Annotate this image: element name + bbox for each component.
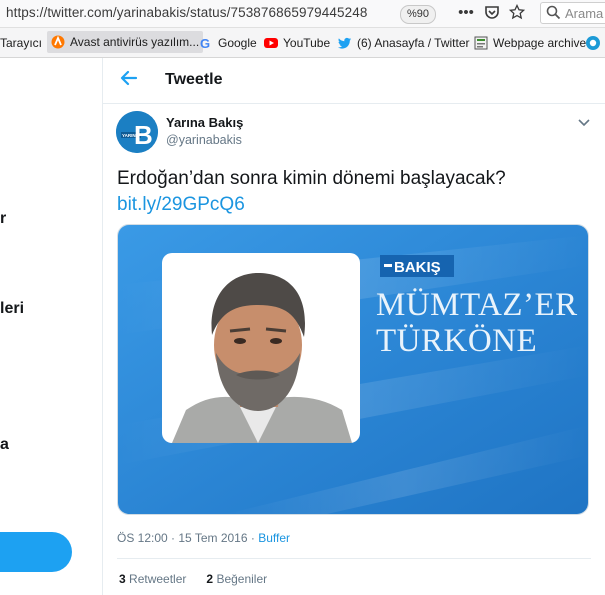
search-placeholder: Arama xyxy=(565,6,604,21)
twitter-left-sidebar: r leri a xyxy=(0,58,102,595)
likes-label: Beğeniler xyxy=(216,572,268,586)
bookmark-overflow-icon[interactable] xyxy=(585,35,601,51)
retweets-count: 3 xyxy=(119,572,126,586)
bookmark-label: (6) Anasayfa / Twitter xyxy=(357,36,470,50)
more-actions-icon[interactable]: ••• xyxy=(457,4,475,22)
likes-count: 2 xyxy=(206,572,214,586)
address-bar[interactable]: https://twitter.com/yarinabakis/status/7… xyxy=(6,5,367,20)
media-headline-line1: MÜMTAZ’ER xyxy=(376,287,578,323)
avast-icon xyxy=(51,34,65,49)
sidebar-item-fragment[interactable]: r xyxy=(0,210,6,228)
bookmark-webpage-archive[interactable]: Webpage archive xyxy=(474,35,586,51)
bookmark-label: Avast antivirüs yazılım... xyxy=(70,35,200,49)
media-logo-text: BAKIŞ xyxy=(394,259,441,276)
bookmark-youtube[interactable]: YouTube xyxy=(264,35,330,51)
tweet-media-image[interactable]: BAKIŞ MÜMTAZ’ER TÜRKÖNE xyxy=(117,224,589,515)
sidebar-item-fragment[interactable]: leri xyxy=(0,300,24,318)
zoom-level-badge[interactable]: %90 xyxy=(400,5,436,24)
bookmark-browser[interactable]: Tarayıcı xyxy=(0,35,42,51)
bookmark-label: Google xyxy=(218,36,257,50)
retweets-label: Retweetler xyxy=(129,572,187,586)
search-input[interactable]: Arama xyxy=(540,2,605,24)
media-headline-line2: TÜRKÖNE xyxy=(376,323,537,359)
bookmark-label: Tarayıcı xyxy=(0,36,43,50)
tweet-stats: 3 Retweetler 2 Beğeniler xyxy=(119,572,267,586)
chevron-down-icon[interactable] xyxy=(577,115,591,129)
tweet-compose-button[interactable] xyxy=(0,532,72,572)
google-icon: G xyxy=(199,36,213,51)
search-icon xyxy=(546,5,561,25)
author-handle[interactable]: @yarinabakis xyxy=(166,133,242,147)
avatar-letter: B xyxy=(134,120,153,150)
retweets-stat[interactable]: 3 Retweetler xyxy=(119,572,186,586)
tweet-time[interactable]: ÖS 12:00 · 15 Tem 2016 · xyxy=(117,531,258,545)
page-header: Tweetle xyxy=(103,58,605,104)
bookmarks-toolbar: Tarayıcı Avast antivirüs yazılım... G Go… xyxy=(0,28,605,58)
tweet-link[interactable]: bit.ly/29GPcQ6 xyxy=(117,194,245,215)
tweet-body: Erdoğan’dan sonra kimin dönemi başlayaca… xyxy=(117,168,506,189)
bookmark-label: Webpage archive xyxy=(493,36,587,50)
bookmark-label: YouTube xyxy=(283,36,331,50)
svg-text:G: G xyxy=(200,36,210,50)
back-arrow-icon[interactable] xyxy=(119,68,141,90)
tweet-detail-column: Tweetle YARINA B Yarına Bakış @yarinabak… xyxy=(102,58,605,595)
twitter-bird-icon xyxy=(338,36,352,50)
bookmark-avast[interactable]: Avast antivirüs yazılım... xyxy=(47,31,204,53)
pocket-icon[interactable] xyxy=(483,4,501,22)
tweet-source-link[interactable]: Buffer xyxy=(258,531,290,545)
bookmark-twitter[interactable]: (6) Anasayfa / Twitter xyxy=(338,35,470,51)
bookmark-google[interactable]: G Google xyxy=(199,35,257,51)
browser-urlbar: https://twitter.com/yarinabakis/status/7… xyxy=(0,0,605,28)
avatar[interactable]: YARINA B xyxy=(116,111,158,153)
author-name[interactable]: Yarına Bakış xyxy=(166,115,243,130)
sidebar-item-fragment[interactable]: a xyxy=(0,436,9,454)
bookmark-star-icon[interactable] xyxy=(508,3,526,22)
tweet-timestamp: ÖS 12:00 · 15 Tem 2016 · Buffer xyxy=(117,531,290,545)
likes-stat[interactable]: 2 Beğeniler xyxy=(206,572,267,586)
archive-icon xyxy=(474,36,488,50)
youtube-icon xyxy=(264,36,278,50)
page-title: Tweetle xyxy=(165,71,223,88)
tweet-text: Erdoğan’dan sonra kimin dönemi başlayaca… xyxy=(117,166,587,218)
divider xyxy=(117,558,591,559)
